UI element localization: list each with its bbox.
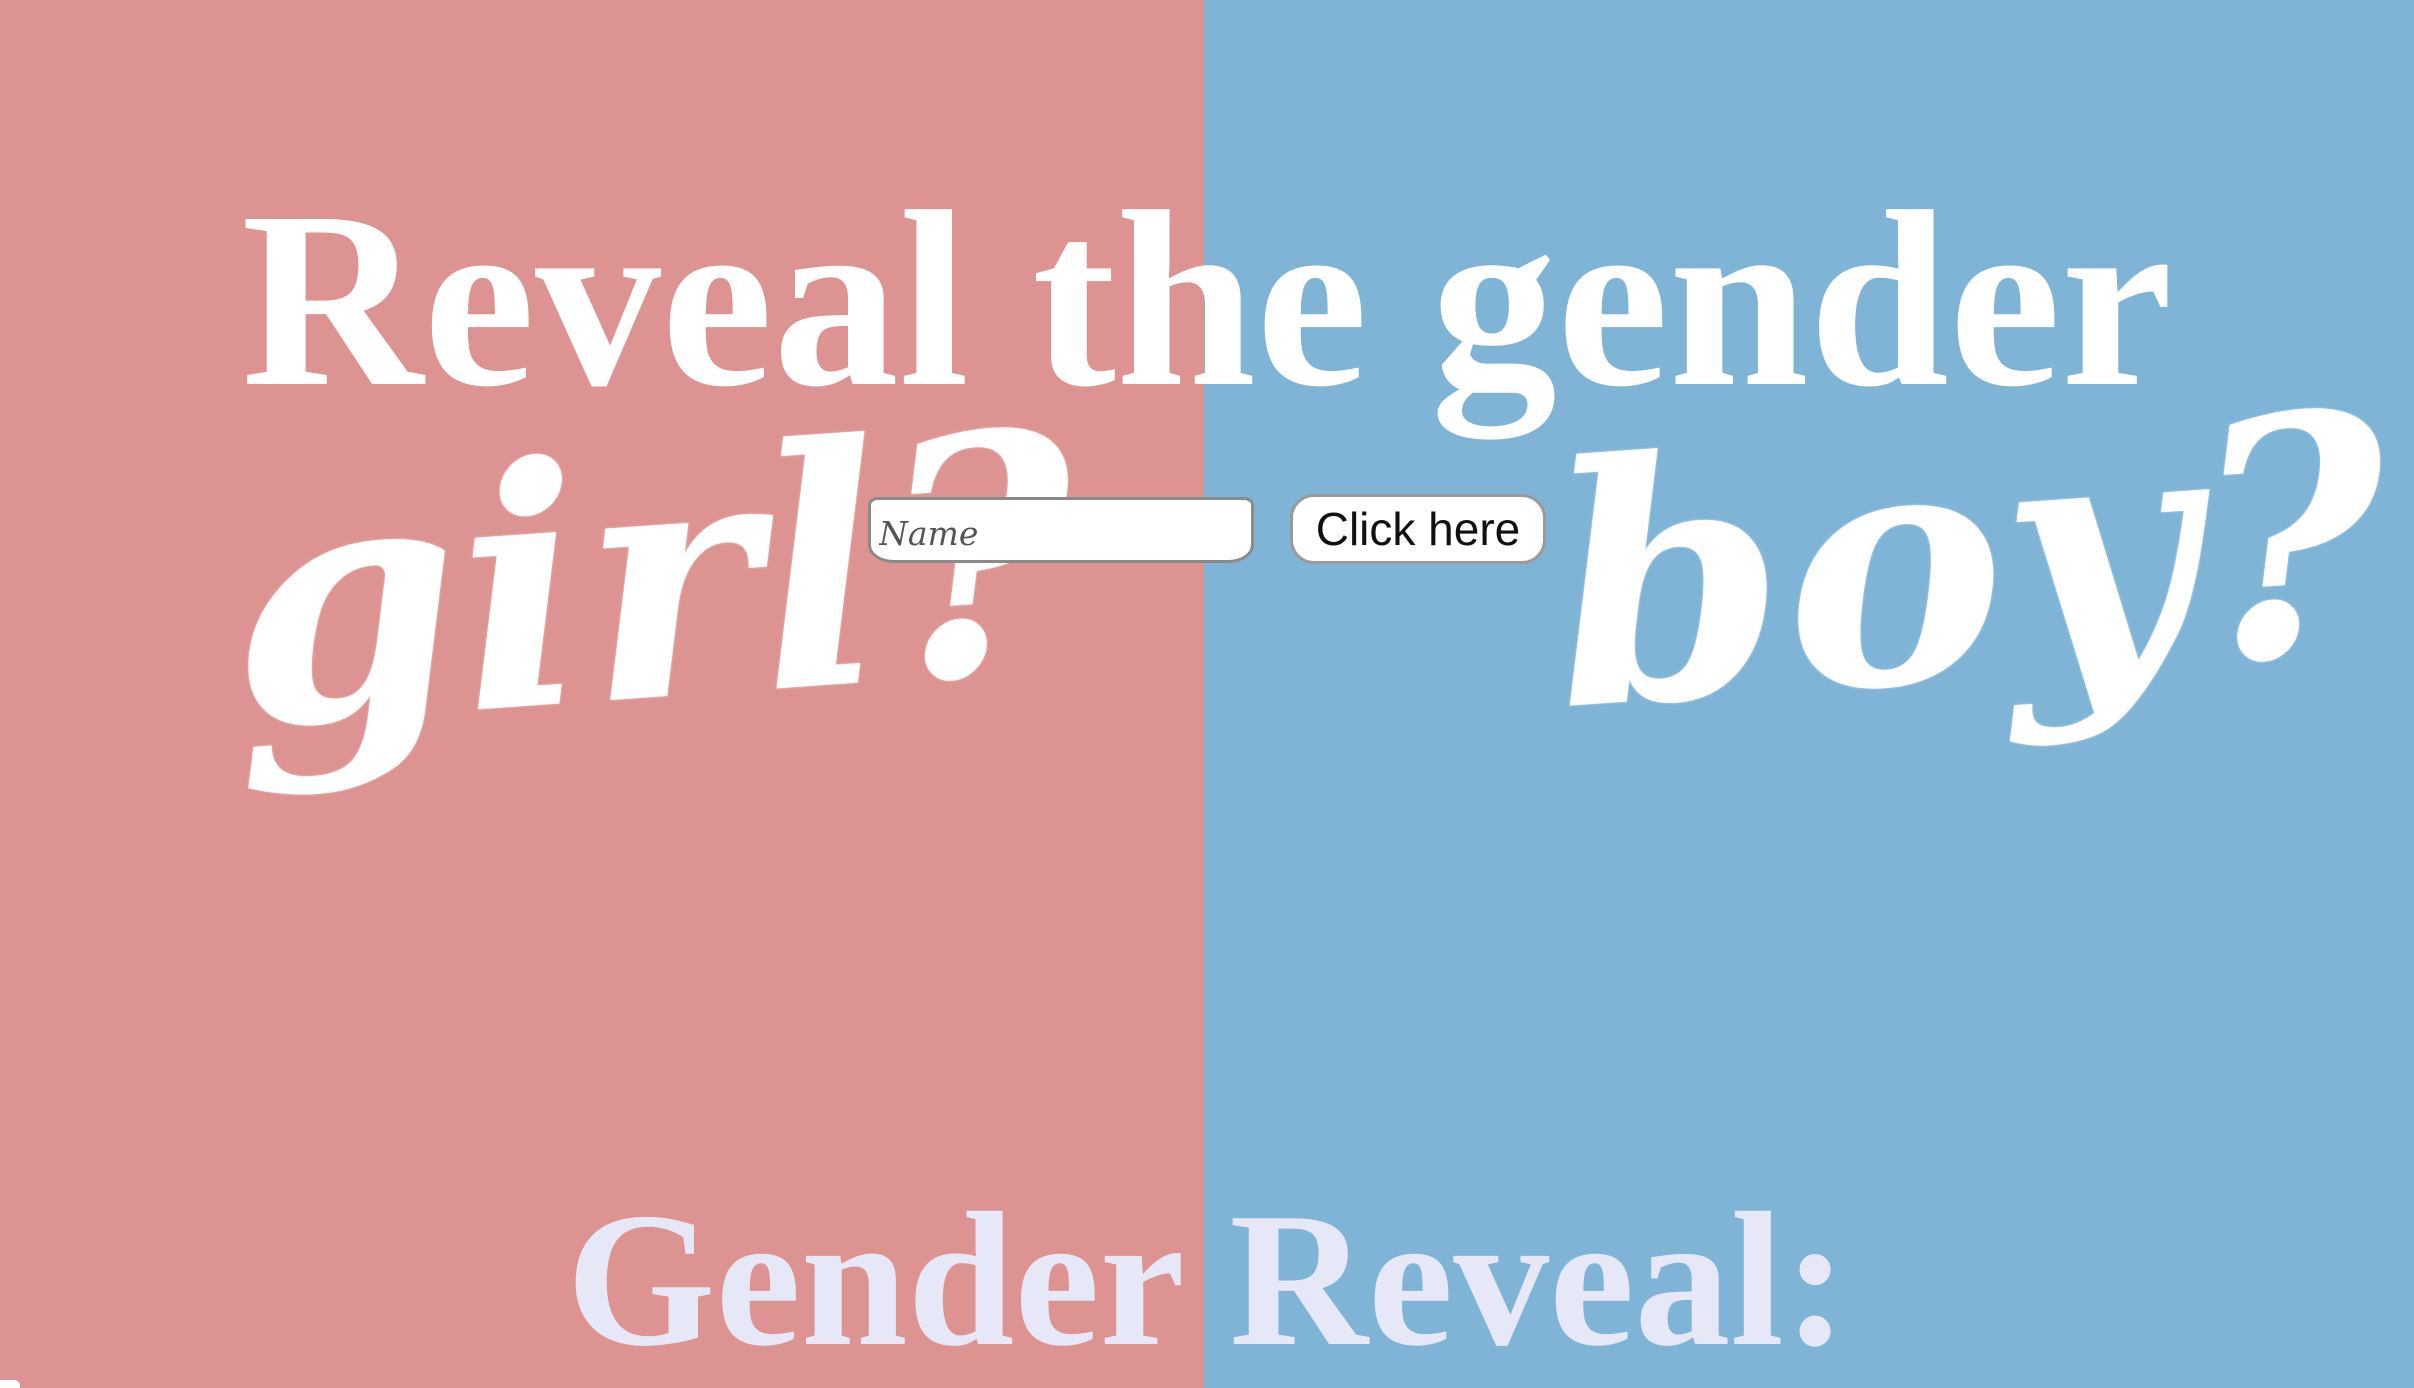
- name-input[interactable]: [868, 497, 1254, 563]
- gender-reveal-heading: Gender Reveal:: [566, 1173, 1848, 1386]
- girl-label: girl?: [214, 357, 1089, 804]
- boy-label: boy?: [1539, 338, 2401, 784]
- corner-marker: [0, 1380, 20, 1388]
- click-here-button[interactable]: Click here: [1290, 494, 1546, 564]
